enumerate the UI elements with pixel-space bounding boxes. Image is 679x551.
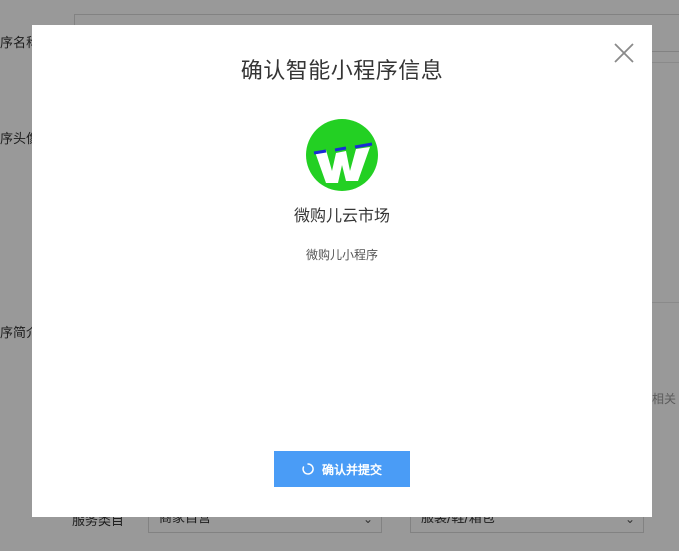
confirm-submit-label: 确认并提交	[321, 462, 382, 477]
app-logo	[306, 119, 378, 191]
dialog-title: 确认智能小程序信息	[240, 59, 444, 84]
close-icon	[614, 43, 634, 63]
app-name: 微购儿云市场	[293, 206, 390, 225]
confirm-submit-button[interactable]: 确认并提交	[274, 451, 410, 487]
loading-spinner-icon	[302, 463, 314, 475]
confirm-app-info-dialog: 确认智能小程序信息 微购儿云市场 微购儿小程序 确认并提交	[32, 25, 652, 517]
app-description: 微购儿小程序	[305, 248, 378, 262]
app-logo-w-icon	[306, 119, 378, 191]
close-button[interactable]	[612, 41, 636, 65]
